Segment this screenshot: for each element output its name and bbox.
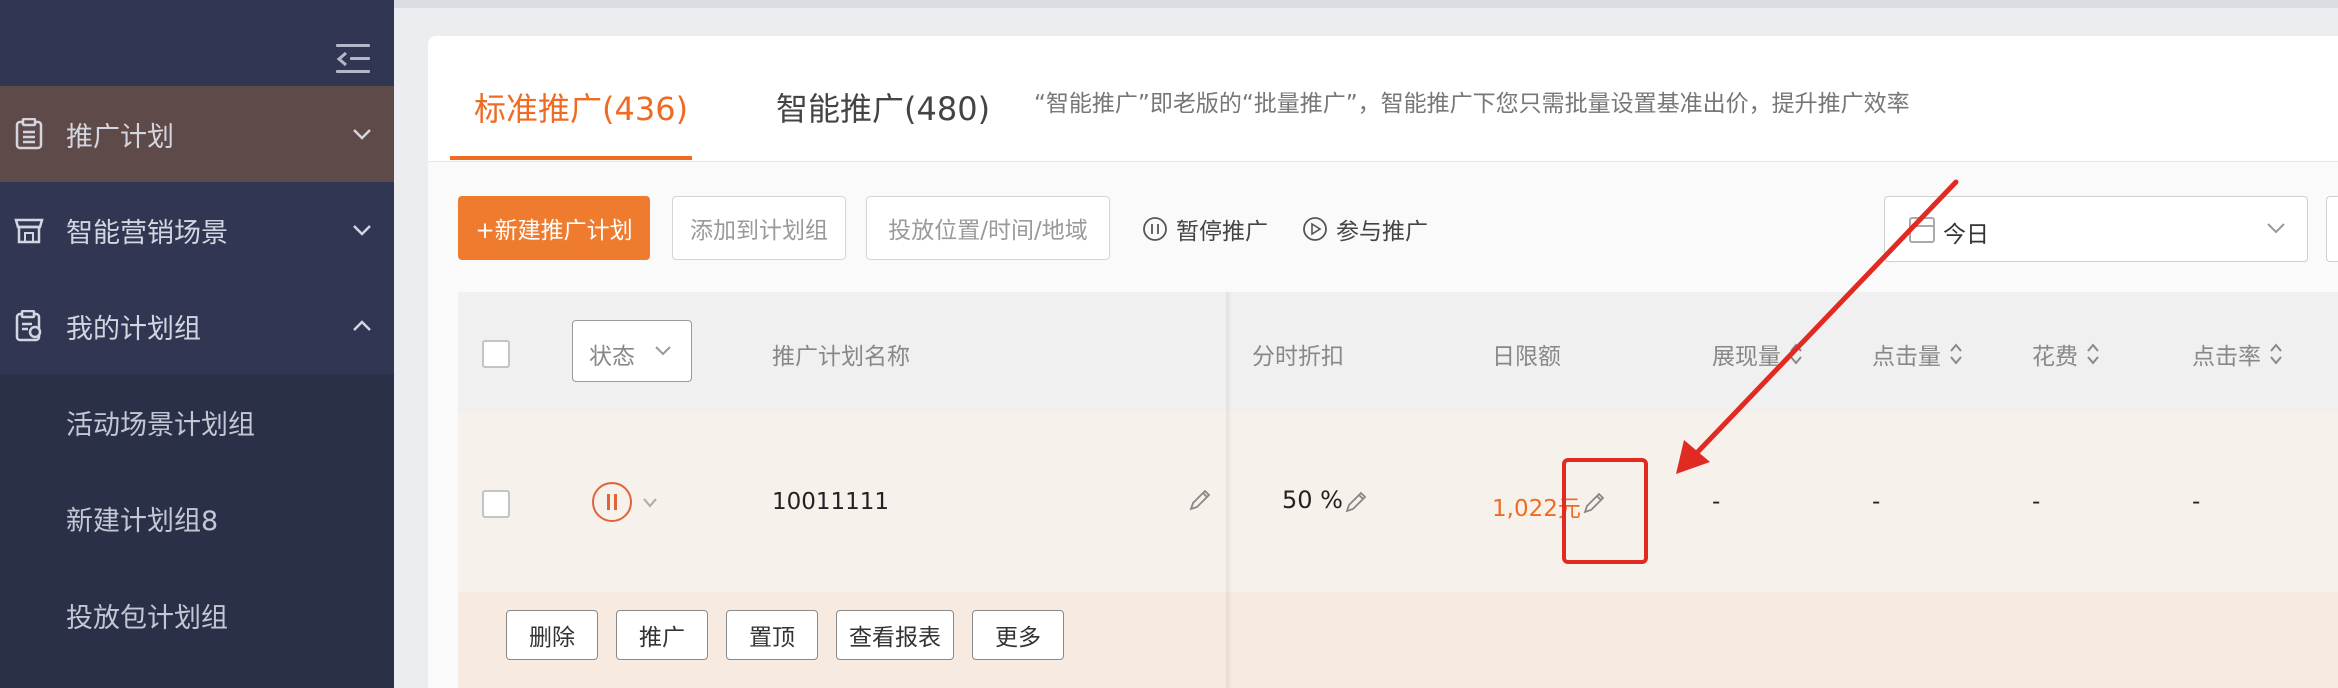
chevron-up-icon	[353, 320, 371, 331]
sidebar-item-promotion-plan[interactable]: 推广计划	[0, 86, 394, 182]
column-header-label: 展现量	[1712, 344, 1781, 370]
column-header-impressions[interactable]: 展现量	[1712, 337, 1803, 371]
impressions-value: -	[1712, 489, 1721, 515]
status-filter-dropdown[interactable]: 状态	[572, 320, 692, 382]
tab-bar: 标准推广(436) 智能推广(480) “智能推广”即老版的“批量推广”，智能推…	[428, 36, 2338, 162]
sidebar-item-label: 我的计划组	[66, 313, 201, 345]
column-header-label: 点击率	[2192, 344, 2261, 370]
promote-button[interactable]: 推广	[616, 610, 708, 660]
column-header-time-discount: 分时折扣	[1252, 344, 1344, 370]
group-clipboard-icon	[15, 310, 42, 342]
column-header-daily-limit: 日限额	[1492, 344, 1561, 370]
sidebar-subitem-new-group-8[interactable]: 新建计划组8	[0, 470, 394, 566]
chevron-down-icon	[353, 129, 371, 140]
chevron-down-icon	[2267, 223, 2285, 234]
clicks-value: -	[1872, 489, 1881, 515]
clipboard-icon	[15, 118, 43, 150]
cost-value: -	[2032, 489, 2041, 515]
sidebar-item-label: 推广计划	[66, 121, 174, 153]
sidebar-subitem-activity-scene[interactable]: 活动场景计划组	[0, 374, 394, 470]
chevron-down-icon	[655, 346, 671, 356]
sort-icon	[2270, 343, 2282, 365]
chevron-down-icon	[353, 225, 371, 236]
more-button[interactable]: 更多	[972, 610, 1064, 660]
sort-icon	[2087, 343, 2099, 365]
annotation-highlight-box	[1562, 458, 1648, 564]
add-to-group-button[interactable]: 添加到计划组	[672, 196, 846, 260]
time-discount-value: 50 %	[1282, 486, 1343, 514]
delete-button[interactable]: 删除	[506, 610, 598, 660]
sidebar-subitem-label: 投放包计划组	[66, 603, 228, 634]
join-promotion-label: 参与推广	[1336, 219, 1428, 245]
sidebar-item-smart-marketing[interactable]: 智能营销场景	[0, 182, 394, 278]
status-filter-label: 状态	[589, 344, 635, 370]
top-strip	[394, 0, 2338, 8]
paused-status-icon[interactable]	[592, 482, 632, 522]
column-header-ctr[interactable]: 点击率	[2192, 337, 2283, 371]
join-promotion-action[interactable]: 参与推广	[1302, 212, 1428, 246]
sidebar: 推广计划 智能营销场景 我的计划组 活动场景计划组 新建计划组8 投放包计划组	[0, 0, 394, 688]
sidebar-item-label: 智能营销场景	[66, 217, 228, 249]
ctr-value: -	[2192, 489, 2201, 515]
select-all-checkbox[interactable]	[482, 340, 510, 368]
column-header-cost[interactable]: 花费	[2032, 337, 2100, 371]
tab-smart-promotion[interactable]: 智能推广(480)	[776, 84, 990, 130]
calendar-icon	[1909, 217, 1935, 243]
active-tab-indicator	[450, 156, 692, 160]
tab-note: “智能推广”即老版的“批量推广”，智能推广下您只需批量设置基准出价，提升推广效率	[1034, 91, 1910, 117]
sidebar-subitem-label: 新建计划组8	[66, 505, 219, 537]
plan-name[interactable]: 10011111	[772, 489, 889, 515]
row-checkbox[interactable]	[482, 490, 510, 518]
secondary-select[interactable]	[2326, 196, 2338, 262]
new-plan-button[interactable]: +新建推广计划	[458, 196, 650, 260]
view-report-button[interactable]: 查看报表	[836, 610, 954, 660]
sidebar-subitem-label: 活动场景计划组	[66, 409, 255, 441]
chevron-down-icon[interactable]	[642, 496, 658, 510]
sidebar-subitem-placement-package[interactable]: 投放包计划组	[0, 566, 394, 688]
play-circle-icon	[1303, 217, 1327, 241]
store-icon	[14, 218, 44, 244]
tab-standard-promotion[interactable]: 标准推广(436)	[474, 84, 688, 130]
date-range-select[interactable]: 今日	[1884, 196, 2308, 262]
pause-circle-icon	[1143, 217, 1167, 241]
column-header-plan-name: 推广计划名称	[772, 344, 910, 370]
sort-icon	[1790, 343, 1802, 365]
pin-top-button[interactable]: 置顶	[726, 610, 818, 660]
pause-promotion-action[interactable]: 暂停推广	[1142, 212, 1268, 246]
edit-name-pencil-icon[interactable]	[1186, 486, 1214, 514]
collapse-menu-icon[interactable]	[336, 44, 370, 74]
edit-discount-pencil-icon[interactable]	[1342, 488, 1370, 516]
table-row	[458, 412, 2338, 592]
pause-promotion-label: 暂停推广	[1176, 219, 1268, 245]
sort-icon	[1950, 343, 1962, 365]
sidebar-item-my-plan-groups[interactable]: 我的计划组	[0, 278, 394, 374]
date-range-value: 今日	[1943, 222, 1989, 248]
column-header-clicks[interactable]: 点击量	[1872, 337, 1963, 371]
frozen-column-divider	[1226, 292, 1232, 688]
column-header-label: 点击量	[1872, 344, 1941, 370]
column-header-label: 花费	[2032, 344, 2078, 370]
placement-settings-button[interactable]: 投放位置/时间/地域	[866, 196, 1110, 260]
